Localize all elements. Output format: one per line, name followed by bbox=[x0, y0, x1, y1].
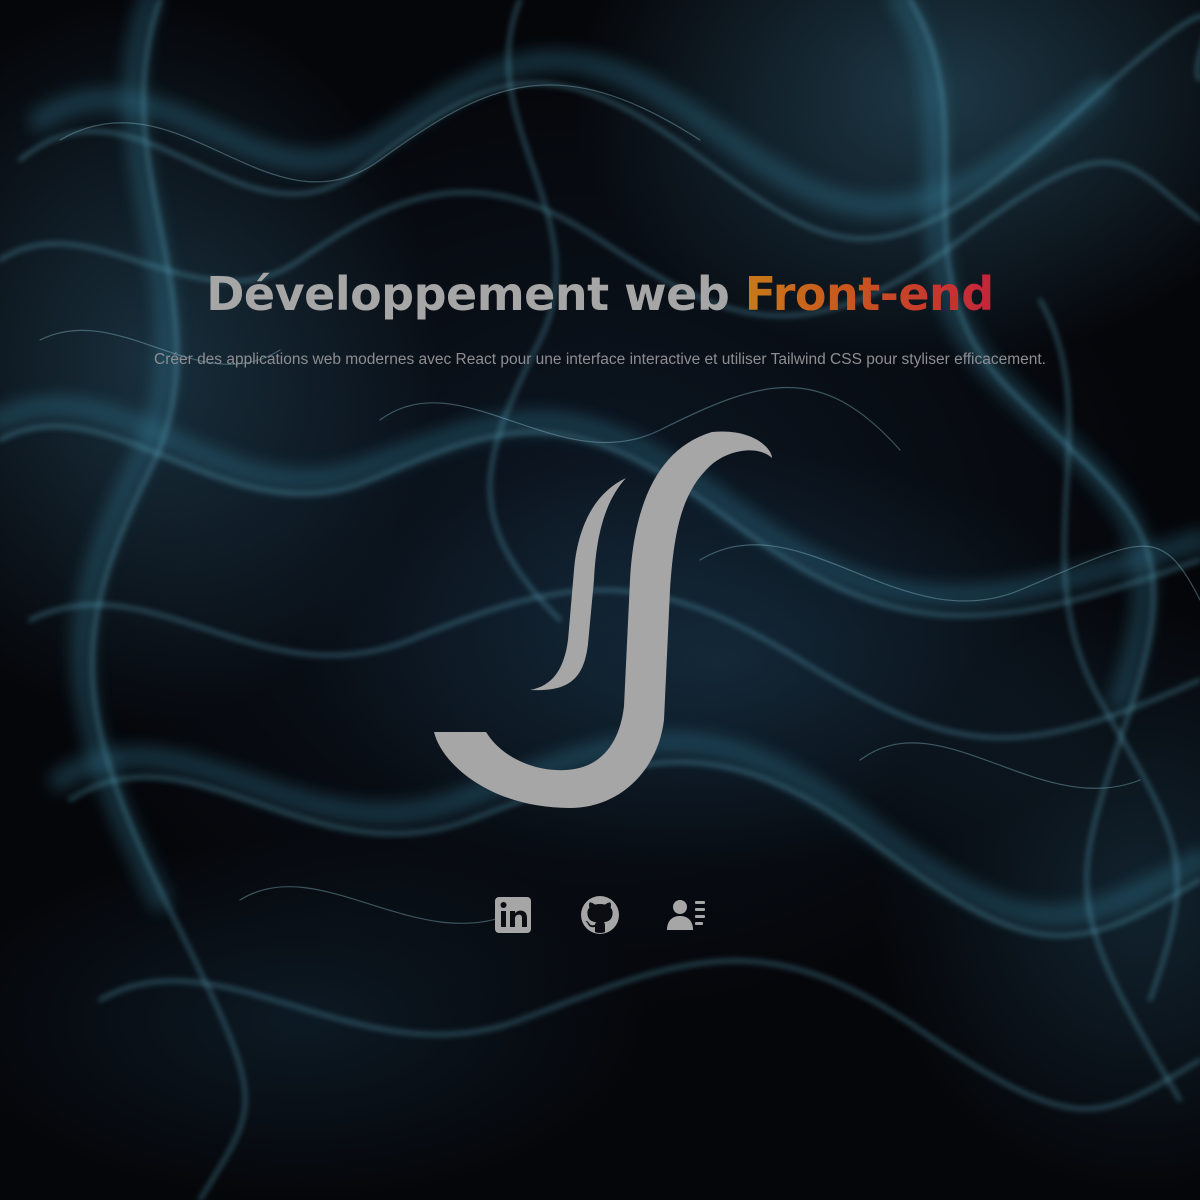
hero-subtitle: Créer des applications web modernes avec… bbox=[154, 351, 1046, 368]
github-icon bbox=[581, 896, 619, 934]
social-links bbox=[0, 892, 1200, 938]
linkedin-icon bbox=[495, 897, 531, 933]
github-link[interactable] bbox=[579, 892, 621, 938]
js-monogram-logo bbox=[434, 431, 772, 808]
resume-link[interactable] bbox=[665, 892, 707, 938]
hero-content: Développement web Front-end Créer des ap… bbox=[0, 0, 1200, 1200]
resume-contact-card-icon bbox=[667, 900, 705, 930]
hero-title: Développement web Front-end bbox=[0, 262, 1200, 326]
hero-title-accent: Front-end bbox=[744, 267, 994, 321]
hero-section: Développement web Front-end Créer des ap… bbox=[0, 0, 1200, 1200]
hero-title-main: Développement web bbox=[206, 267, 745, 321]
linkedin-link[interactable] bbox=[493, 892, 535, 938]
